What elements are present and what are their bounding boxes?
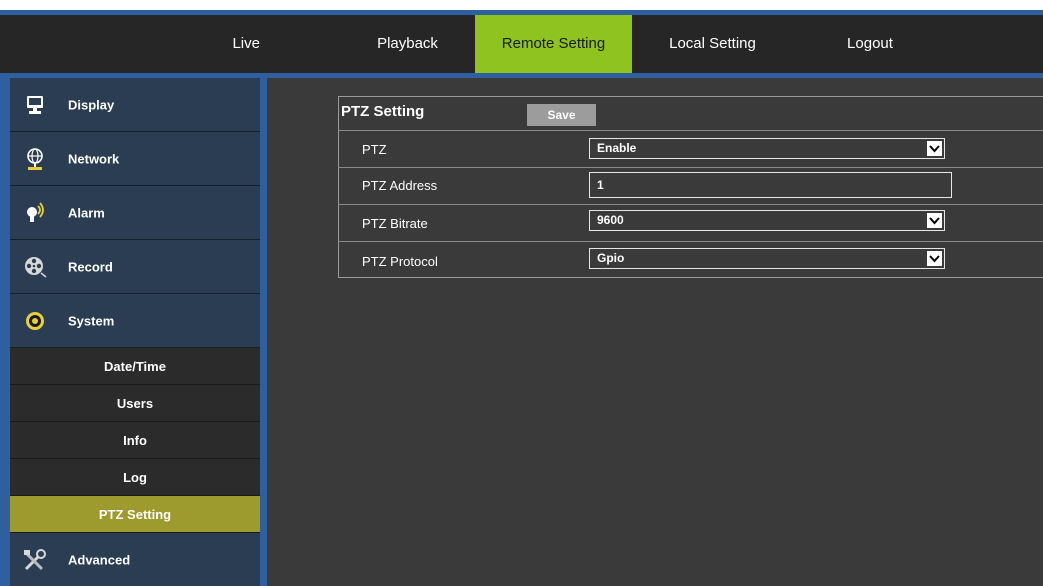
ptz-bitrate-select-value: 9600	[597, 213, 624, 227]
page-title: PTZ Setting	[341, 103, 425, 120]
chevron-down-icon[interactable]	[927, 141, 942, 156]
ptz-select-value: Enable	[597, 141, 637, 155]
nav-remote-setting[interactable]: Remote Setting	[475, 15, 632, 73]
left-sidebar: Display Network Alarm Record System Date…	[0, 78, 267, 586]
sidebar-subitem-log[interactable]: Log	[10, 459, 260, 496]
ptz-address-input[interactable]: 1	[589, 172, 952, 198]
chevron-down-icon[interactable]	[927, 213, 942, 228]
sidebar-item-display[interactable]: Display	[10, 78, 260, 132]
sidebar-item-label: Alarm	[68, 205, 105, 220]
ptz-bitrate-select[interactable]: 9600	[589, 210, 945, 231]
sidebar-item-label: Display	[68, 97, 115, 112]
film-reel-icon	[22, 254, 48, 280]
sidebar-item-record[interactable]: Record	[10, 240, 260, 294]
sidebar-subitem-info[interactable]: Info	[10, 422, 260, 459]
sidebar-item-network[interactable]: Network	[10, 132, 260, 186]
sidebar-item-system[interactable]: System	[10, 294, 260, 348]
alarm-bulb-icon	[22, 200, 48, 226]
sidebar-menu: Display Network Alarm Record System Date…	[10, 78, 260, 586]
sidebar-item-label: Network	[68, 151, 120, 166]
ptz-select[interactable]: Enable	[589, 138, 945, 159]
row-divider	[338, 204, 1043, 205]
sidebar-subitem-date-time[interactable]: Date/Time	[10, 348, 260, 385]
ptz-protocol-select[interactable]: Gpio	[589, 248, 945, 269]
ptz-address-label: PTZ Address	[362, 178, 438, 193]
nav-local-setting[interactable]: Local Setting	[640, 15, 785, 73]
sidebar-item-label: Record	[68, 259, 113, 274]
chevron-down-icon[interactable]	[927, 251, 942, 266]
sidebar-item-alarm[interactable]: Alarm	[10, 186, 260, 240]
nav-playback[interactable]: Playback	[340, 15, 475, 73]
ptz-protocol-label: PTZ Protocol	[362, 254, 438, 269]
ptz-bitrate-label: PTZ Bitrate	[362, 216, 428, 231]
ptz-protocol-select-value: Gpio	[597, 251, 625, 265]
system-gear-icon	[22, 308, 48, 334]
save-button[interactable]: Save	[527, 104, 596, 126]
sidebar-item-advanced[interactable]: Advanced	[10, 533, 260, 586]
tools-icon	[22, 547, 48, 573]
sidebar-item-label: Advanced	[68, 552, 131, 567]
row-divider	[338, 167, 1043, 168]
ptz-label: PTZ	[362, 142, 387, 157]
row-divider	[338, 130, 1043, 131]
nav-live[interactable]: Live	[180, 15, 260, 73]
nav-logout[interactable]: Logout	[810, 15, 930, 73]
monitor-icon	[22, 92, 48, 118]
globe-network-icon	[22, 146, 48, 172]
row-divider	[338, 241, 1043, 242]
sidebar-item-label: System	[68, 313, 115, 328]
sidebar-subitem-ptz-setting[interactable]: PTZ Setting	[10, 496, 260, 533]
sidebar-subitem-users[interactable]: Users	[10, 385, 260, 422]
